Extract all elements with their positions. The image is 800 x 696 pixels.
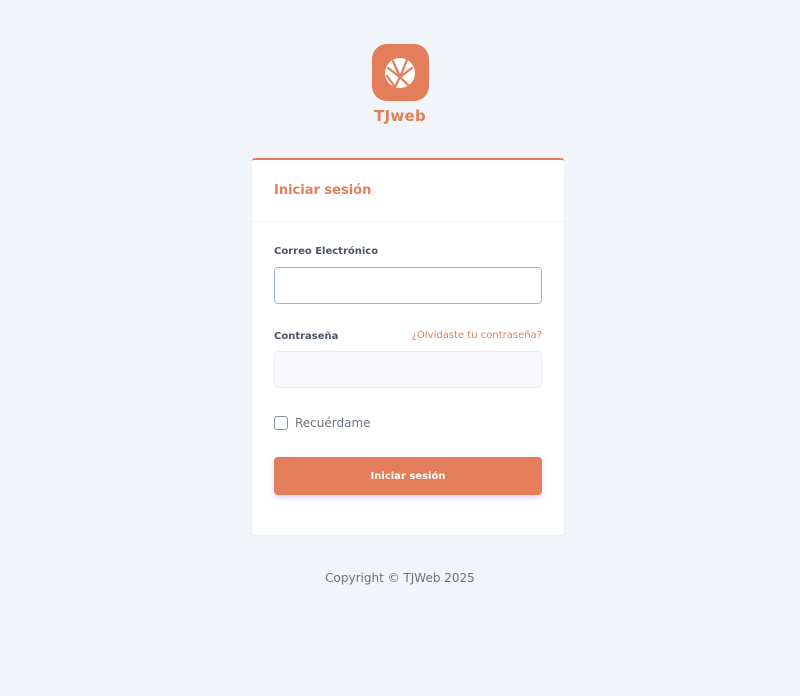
login-title: Iniciar sesión xyxy=(274,183,372,198)
remember-checkbox[interactable] xyxy=(274,416,288,430)
remember-me[interactable]: Recuérdame xyxy=(274,416,371,430)
globe-icon xyxy=(385,57,415,88)
email-label: Correo Electrónico xyxy=(274,246,379,257)
copyright: Copyright © TJWeb 2025 xyxy=(325,571,475,585)
forgot-password-link[interactable]: ¿Olvidaste tu contraseña? xyxy=(412,330,542,341)
remember-label[interactable]: Recuérdame xyxy=(295,416,371,430)
login-button[interactable]: Iniciar sesión xyxy=(274,457,542,495)
brand-header: TJweb xyxy=(0,44,800,125)
login-card: Iniciar sesión Correo Electrónico Contra… xyxy=(252,158,564,535)
card-header: Iniciar sesión xyxy=(252,160,564,222)
logo xyxy=(371,44,429,101)
email-field[interactable] xyxy=(274,267,542,304)
password-label: Contraseña xyxy=(274,331,339,342)
password-field[interactable] xyxy=(274,351,542,388)
brand-name: TJweb xyxy=(373,107,427,125)
